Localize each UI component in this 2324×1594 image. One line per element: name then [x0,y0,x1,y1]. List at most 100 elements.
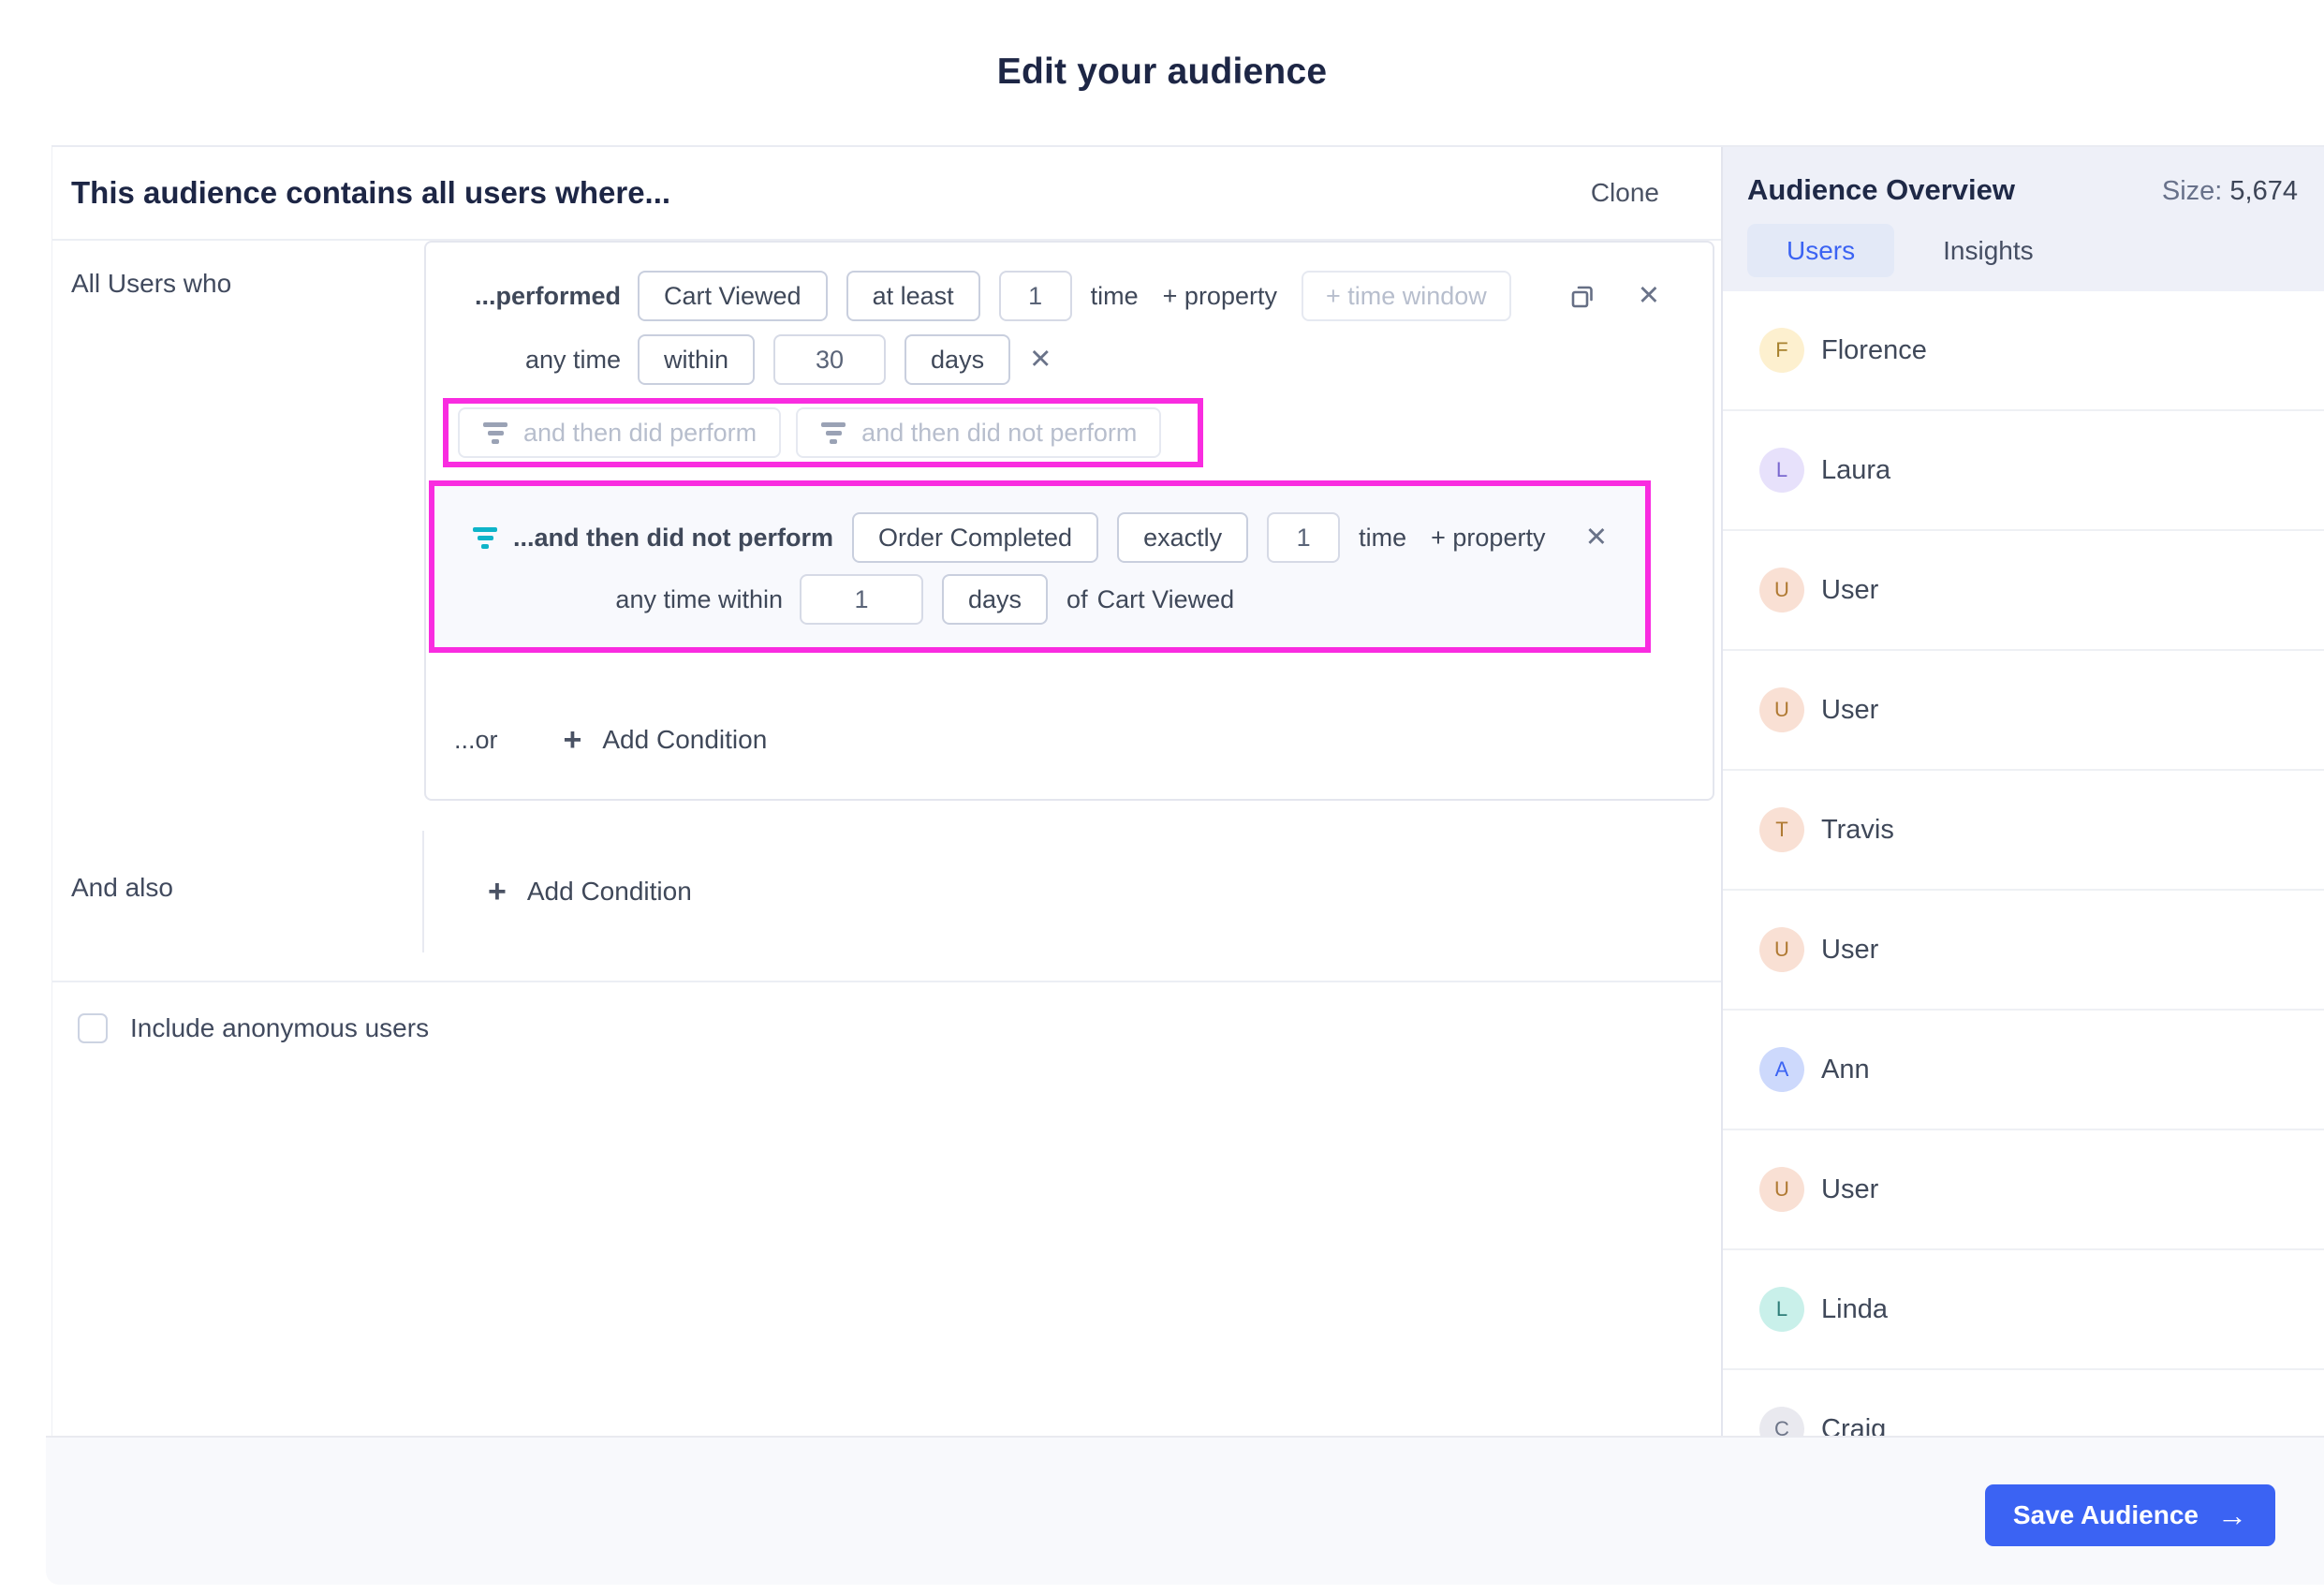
user-name: Laura [1821,454,1891,485]
user-list-item[interactable]: U User [1723,1130,2324,1250]
user-list-item[interactable]: F Florence [1723,291,2324,411]
save-audience-button[interactable]: Save Audience → [1984,1484,2275,1546]
anytime-within-label: any time within [615,584,783,613]
workspace: This audience contains all users where..… [51,145,2324,1436]
sub-event-select-button[interactable]: Order Completed [851,512,1099,563]
add-or-condition-button[interactable]: + Add Condition [558,723,773,757]
or-label: ...or [454,725,498,754]
anytime-label: any time [524,345,621,374]
all-users-section: All Users who ...performed Cart Viewed a… [52,241,1721,801]
avatar: T [1759,807,1804,852]
operator-select-button[interactable]: at least [846,271,980,321]
sub-count-input[interactable] [1267,512,1341,563]
avatar: U [1759,927,1804,972]
user-name: Travis [1821,814,1894,845]
remove-timewindow-button[interactable]: ✕ [1029,344,1052,375]
time-label: time [1090,281,1139,310]
user-list-item[interactable]: T Travis [1723,771,2324,891]
of-label: of [1066,584,1088,613]
anonymous-users-row: Include anonymous users [52,982,1721,1043]
funnel-buttons-highlight: and then did perform and then did not pe… [443,398,1203,467]
close-icon: ✕ [1029,344,1052,375]
avatar: C [1759,1407,1804,1436]
add-property-link[interactable]: + property [1163,282,1277,311]
avatar-initial: C [1774,1417,1789,1436]
and-then-did-perform-button[interactable]: and then did perform [458,407,782,458]
overview-title: Audience Overview [1747,173,2016,206]
avatar: F [1759,328,1804,373]
avatar-initial: A [1774,1057,1789,1081]
and-also-section: And also + Add Condition [52,831,1721,952]
sub-add-property-link[interactable]: + property [1431,524,1545,553]
sub-operator-select-button[interactable]: exactly [1117,512,1249,563]
overview-header: Audience Overview Size: 5,674 Users Insi… [1723,147,2324,291]
and-then-did-not-perform-button[interactable]: and then did not perform [796,407,1162,458]
all-users-label: All Users who [71,269,232,298]
within-select-button[interactable]: within [638,334,756,385]
avatar: U [1759,1167,1804,1212]
tab-insights[interactable]: Insights [1904,224,2073,277]
tab-users[interactable]: Users [1747,224,1895,277]
unit-select-button[interactable]: days [905,334,1011,385]
condition-group-card: ...performed Cart Viewed at least time +… [424,241,1714,801]
user-list-item[interactable]: C Craig [1723,1370,2324,1436]
remove-condition-button[interactable]: ✕ [1637,280,1660,311]
user-list: F Florence L Laura U User U User T Travi… [1723,291,2324,1436]
user-name: Linda [1821,1293,1888,1324]
add-condition-label: Add Condition [526,877,692,906]
within-value-input[interactable] [773,334,887,385]
footer-bar: Save Audience → [46,1436,2324,1585]
of-event-name: Cart Viewed [1096,584,1235,613]
editor-card-header: This audience contains all users where..… [52,147,1721,241]
overview-tabs: Users Insights [1747,224,2298,277]
event-select-button[interactable]: Cart Viewed [638,271,828,321]
user-list-item[interactable]: L Laura [1723,411,2324,531]
user-list-item[interactable]: A Ann [1723,1011,2324,1130]
user-name: Craig [1821,1413,1887,1437]
subcondition-lead: ...and then did not perform [434,524,833,553]
remove-subcondition-button[interactable]: ✕ [1585,524,1645,552]
user-list-item[interactable]: L Linda [1723,1250,2324,1370]
edit-audience-page: Edit your audience This audience contain… [0,0,2324,1594]
size-label: Size: [2161,176,2223,206]
add-time-window-button[interactable]: + time window [1301,271,1511,321]
user-name: Florence [1821,334,1927,365]
avatar-initial: F [1775,338,1788,362]
page-title: Edit your audience [996,52,1328,92]
sub-within-value-input[interactable] [800,574,923,625]
avatar-initial: U [1774,937,1789,961]
and-also-label: And also [52,831,424,952]
did-not-perform-label: and then did not perform [861,418,1138,447]
plus-icon: + [488,874,507,909]
filter-icon-teal [472,526,498,549]
avatar-initial: U [1774,1177,1789,1201]
close-icon: ✕ [1584,522,1608,553]
subcondition-highlight-box: ...and then did not perform Order Comple… [429,480,1651,653]
subcondition-label: ...and then did not perform [513,523,833,552]
overview-title-row: Audience Overview Size: 5,674 [1747,173,2298,207]
count-input[interactable] [998,271,1072,321]
add-and-condition-button[interactable]: + Add Condition [482,875,698,908]
save-audience-label: Save Audience [2012,1500,2199,1529]
avatar-initial: U [1774,698,1789,721]
avatar-initial: T [1775,818,1788,841]
include-anonymous-label: Include anonymous users [130,1013,430,1042]
user-name: User [1821,1173,1879,1204]
user-list-item[interactable]: U User [1723,891,2324,1011]
copy-icon [1571,286,1593,308]
sub-unit-select-button[interactable]: days [942,574,1049,625]
editor-heading: This audience contains all users where..… [71,175,671,210]
user-list-item[interactable]: U User [1723,531,2324,651]
audience-size: Size: 5,674 [2162,176,2298,207]
plus-icon: + [563,722,582,758]
close-icon: ✕ [1637,280,1660,311]
audience-overview-panel: Audience Overview Size: 5,674 Users Insi… [1721,147,2324,1436]
avatar: A [1759,1047,1804,1092]
avatar-initial: L [1775,1297,1788,1321]
user-list-item[interactable]: U User [1723,651,2324,771]
condition-row-timewindow: any time within days ✕ [426,334,1713,385]
clone-button[interactable]: Clone [1585,177,1665,209]
subcondition-row-timewindow: any time within days of Cart Viewed [434,574,1645,625]
duplicate-condition-button[interactable] [1566,280,1598,312]
include-anonymous-checkbox[interactable] [78,1013,108,1043]
